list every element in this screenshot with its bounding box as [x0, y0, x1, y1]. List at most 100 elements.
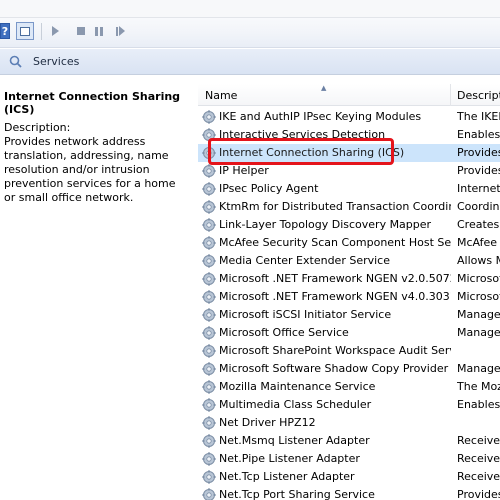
menu-strip: [0, 0, 500, 18]
service-name: McAfee Security Scan Component Host Serv…: [219, 236, 451, 249]
column-name-label: Name: [205, 89, 238, 102]
gear-icon: [202, 164, 216, 178]
gear-icon: [202, 452, 216, 466]
service-name: KtmRm for Distributed Transaction Coordi…: [219, 200, 451, 213]
restart-service-button[interactable]: [112, 23, 128, 39]
gear-icon: [202, 398, 216, 412]
service-row[interactable]: IPsec Policy Agent Internet I: [198, 180, 500, 198]
service-description: McAfee S: [457, 236, 500, 249]
service-description: Manages: [457, 362, 500, 375]
service-name: Net.Pipe Listener Adapter: [219, 452, 360, 465]
service-row[interactable]: Link-Layer Topology Discovery Mapper Crea…: [198, 216, 500, 234]
play-icon: [51, 26, 59, 36]
services-title: Services: [33, 55, 80, 68]
service-name: Microsoft Office Service: [219, 326, 349, 339]
service-name: Microsoft iSCSI Initiator Service: [219, 308, 392, 321]
service-row[interactable]: Mozilla Maintenance Service The Moz: [198, 378, 500, 396]
service-description: Microsof: [457, 272, 500, 285]
service-name: Net.Tcp Port Sharing Service: [219, 488, 375, 500]
service-name: IPsec Policy Agent: [219, 182, 319, 195]
column-header-name[interactable]: ▲ Name: [198, 84, 451, 106]
service-name: Mozilla Maintenance Service: [219, 380, 376, 393]
service-row[interactable]: McAfee Security Scan Component Host Serv…: [198, 234, 500, 252]
service-name: Microsoft .NET Framework NGEN v4.0.30319…: [219, 290, 451, 303]
service-row[interactable]: IKE and AuthIP IPsec Keying Modules The I…: [198, 108, 500, 126]
highlight-annotation-box: [208, 138, 394, 165]
gear-icon: [202, 110, 216, 124]
service-name: Multimedia Class Scheduler: [219, 398, 372, 411]
service-description: The Moz: [457, 380, 500, 393]
service-name: Microsoft SharePoint Workspace Audit Ser…: [219, 344, 451, 357]
service-row[interactable]: Microsoft Software Shadow Copy Provider M…: [198, 360, 500, 378]
service-name: IP Helper: [219, 164, 269, 177]
search-icon: [9, 55, 22, 68]
gear-icon: [202, 272, 216, 286]
column-header-description[interactable]: Descriptio: [452, 84, 500, 106]
service-description: Enables u: [457, 128, 500, 141]
service-description: Coordina: [457, 200, 500, 213]
show-hide-console-tree-button[interactable]: [16, 22, 34, 40]
stop-icon: [77, 27, 85, 35]
pause-service-button[interactable]: [91, 23, 107, 39]
gear-icon: [202, 326, 216, 340]
sort-ascending-icon: ▲: [321, 84, 327, 92]
service-description: Provides: [457, 164, 500, 177]
service-description: Manages: [457, 326, 500, 339]
service-name: Microsoft Software Shadow Copy Provider: [219, 362, 449, 375]
service-description: Provides: [457, 146, 500, 159]
service-row[interactable]: Net Driver HPZ12: [198, 414, 500, 432]
service-description: Allows M: [457, 254, 500, 267]
service-name: Link-Layer Topology Discovery Mapper: [219, 218, 432, 231]
gear-icon: [202, 254, 216, 268]
service-description: Receives: [457, 434, 500, 447]
service-name: IKE and AuthIP IPsec Keying Modules: [219, 110, 422, 123]
description-text: Provides network address translation, ad…: [4, 135, 176, 204]
restart-icon: [115, 26, 125, 36]
help-button[interactable]: ?: [0, 23, 10, 39]
service-row[interactable]: Microsoft Office Service Manages: [198, 324, 500, 342]
gear-icon: [202, 218, 216, 232]
service-name: Net.Tcp Listener Adapter: [219, 470, 355, 483]
service-row[interactable]: Net.Msmq Listener Adapter Receives: [198, 432, 500, 450]
service-row[interactable]: Microsoft .NET Framework NGEN v2.0.50727…: [198, 270, 500, 288]
service-row[interactable]: Microsoft SharePoint Workspace Audit Ser…: [198, 342, 500, 360]
service-row[interactable]: Net.Tcp Listener Adapter Receives: [198, 468, 500, 486]
service-row[interactable]: Microsoft iSCSI Initiator Service Manages: [198, 306, 500, 324]
gear-icon: [202, 200, 216, 214]
gear-icon: [202, 416, 216, 430]
console-tree-icon: [20, 26, 30, 36]
start-service-button[interactable]: [47, 23, 63, 39]
services-header: Services: [0, 49, 500, 75]
service-name: Net.Msmq Listener Adapter: [219, 434, 370, 447]
service-row[interactable]: Net.Pipe Listener Adapter Receives: [198, 450, 500, 468]
service-row[interactable]: Multimedia Class Scheduler Enables r: [198, 396, 500, 414]
service-row[interactable]: Net.Tcp Port Sharing Service Provides: [198, 486, 500, 500]
service-description: Internet I: [457, 182, 500, 195]
description-pane: Internet Connection Sharing (ICS) Descri…: [0, 76, 192, 500]
selected-service-title: Internet Connection Sharing (ICS): [4, 90, 181, 116]
gear-icon: [202, 434, 216, 448]
gear-icon: [202, 488, 216, 500]
service-row[interactable]: Microsoft .NET Framework NGEN v4.0.30319…: [198, 288, 500, 306]
toolbar: ?: [0, 0, 500, 48]
service-description: Microsof: [457, 290, 500, 303]
service-description: Receives: [457, 470, 500, 483]
service-description: Creates a: [457, 218, 500, 231]
service-description: Manages: [457, 308, 500, 321]
gear-icon: [202, 362, 216, 376]
service-name: Media Center Extender Service: [219, 254, 390, 267]
gear-icon: [202, 380, 216, 394]
service-description: Provides: [457, 488, 500, 500]
service-row[interactable]: KtmRm for Distributed Transaction Coordi…: [198, 198, 500, 216]
pause-icon: [95, 26, 103, 36]
description-label: Description:: [4, 121, 71, 134]
gear-icon: [202, 344, 216, 358]
gear-icon: [202, 182, 216, 196]
toolbar-separator: [41, 23, 42, 40]
service-description: Enables r: [457, 398, 500, 411]
stop-service-button[interactable]: [73, 23, 89, 39]
column-description-label: Descriptio: [457, 89, 500, 102]
service-description: The IKEE: [457, 110, 500, 123]
service-description: Receives: [457, 452, 500, 465]
service-row[interactable]: Media Center Extender Service Allows M: [198, 252, 500, 270]
